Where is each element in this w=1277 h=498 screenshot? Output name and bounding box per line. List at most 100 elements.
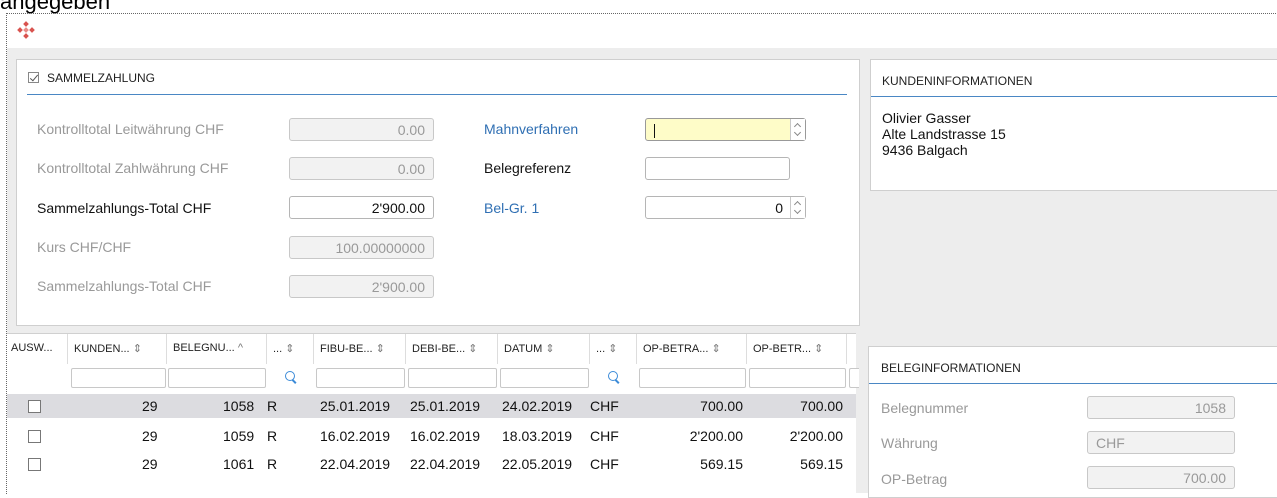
filter-waehrung-search[interactable] xyxy=(592,368,636,388)
kunde-name: Olivier Gasser xyxy=(882,110,971,126)
filter-kunden-input[interactable] xyxy=(71,368,166,388)
cell-debi: 22.04.2019 xyxy=(410,456,481,472)
op-betrag-field: 700.00 xyxy=(1087,466,1235,489)
sammelzahlung-checkbox[interactable] xyxy=(28,72,39,83)
cell-typ: R xyxy=(267,456,278,472)
filter-typ-search[interactable] xyxy=(268,368,313,388)
label-waehrung: Währung xyxy=(881,435,938,451)
col-label: ... xyxy=(596,343,606,355)
label-kontrolltotal-leitwaehrung: Kontrolltotal Leitwährung CHF xyxy=(37,121,224,137)
sammelzahlungs-total-input[interactable]: 2'900.00 xyxy=(289,196,434,219)
col-header-op-betrag-1[interactable]: OP-BETRA... ⇕ xyxy=(637,334,747,364)
col-header-waehrung[interactable]: ... ⇕ xyxy=(590,334,637,364)
sammelzahlung-panel: SAMMELZAHLUNG Kontrolltotal Leitwährung … xyxy=(16,59,860,326)
sammelzahlung-title: SAMMELZAHLUNG xyxy=(47,71,156,85)
table-row[interactable]: 29 1059 R 16.02.2019 16.02.2019 18.03.20… xyxy=(7,424,856,448)
cell-op-betrag-1: 569.15 xyxy=(700,456,743,472)
col-header-belegnummer[interactable]: BELEGNU... ^ xyxy=(167,334,267,364)
col-header-fibu[interactable]: FIBU-BE... ⇕ xyxy=(314,334,406,364)
cell-waehrung: CHF xyxy=(590,456,619,472)
filter-next-column-input[interactable] xyxy=(849,368,859,388)
cell-datum: 22.05.2019 xyxy=(502,456,573,472)
col-header-typ[interactable]: ... ⇕ xyxy=(267,334,314,364)
cell-waehrung: CHF xyxy=(590,398,619,414)
label-mahnverfahren[interactable]: Mahnverfahren xyxy=(484,121,578,137)
label-kurs: Kurs CHF/CHF xyxy=(37,239,132,255)
filter-datum-input[interactable] xyxy=(500,368,589,388)
belege-grid: AUSW... KUNDEN... ⇕ BELEGNU... ^ ... ⇕ F… xyxy=(7,333,859,494)
sammelzahlungs-total-readonly-field: 2'900.00 xyxy=(289,275,434,298)
label-op-betrag: OP-Betrag xyxy=(881,471,948,487)
cell-debi: 25.01.2019 xyxy=(410,398,481,414)
cell-datum: 18.03.2019 xyxy=(502,428,573,444)
sort-icon[interactable]: ⇕ xyxy=(133,343,142,355)
beleginformationen-title: BELEGINFORMATIONEN xyxy=(881,361,1021,375)
cut-off-heading-text: angegeben xyxy=(0,0,111,14)
col-header-ausw[interactable]: AUSW... xyxy=(7,334,68,364)
sort-icon[interactable]: ⇕ xyxy=(608,343,617,355)
cell-typ: R xyxy=(267,428,278,444)
filter-op-betrag-2-input[interactable] xyxy=(749,368,846,388)
text-cursor xyxy=(654,124,655,139)
cell-op-betrag-2: 2'200.00 xyxy=(789,428,843,444)
search-icon[interactable] xyxy=(608,371,618,381)
sort-icon[interactable]: ⇕ xyxy=(545,343,554,355)
col-label: DATUM xyxy=(504,343,543,355)
col-header-op-betrag-2[interactable]: OP-BETR... ⇕ xyxy=(747,334,847,364)
col-label: KUNDEN... xyxy=(74,343,130,355)
label-sammelzahlungs-total: Sammelzahlungs-Total CHF xyxy=(37,200,212,216)
sort-icon[interactable]: ⇕ xyxy=(285,343,294,355)
beleg-title-underline xyxy=(869,383,1277,384)
belegreferenz-input[interactable] xyxy=(645,157,790,180)
kunde-ort: 9436 Balgach xyxy=(882,142,968,158)
cell-op-betrag-2: 700.00 xyxy=(800,398,843,414)
col-header-debi[interactable]: DEBI-BE... ⇕ xyxy=(406,334,498,364)
mahnverfahren-spinner-icon[interactable] xyxy=(790,119,805,140)
cell-fibu: 16.02.2019 xyxy=(320,428,391,444)
kunde-title-underline xyxy=(871,96,1277,97)
kurs-field: 100.00000000 xyxy=(289,236,434,259)
app-logo-icon[interactable] xyxy=(17,21,35,39)
belegnummer-field: 1058 xyxy=(1087,396,1235,419)
row-select-checkbox[interactable] xyxy=(28,458,41,471)
table-row[interactable]: 29 1061 R 22.04.2019 22.04.2019 22.05.20… xyxy=(7,452,856,476)
filter-belegnummer-input[interactable] xyxy=(168,368,266,388)
sort-icon[interactable]: ⇕ xyxy=(468,343,477,355)
filter-fibu-input[interactable] xyxy=(316,368,405,388)
cell-kunde: 29 xyxy=(142,456,158,472)
toolbar xyxy=(7,14,1277,48)
sort-icon[interactable]: ⇕ xyxy=(814,343,823,355)
mahnverfahren-input[interactable] xyxy=(645,118,806,141)
col-header-kunden[interactable]: KUNDEN... ⇕ xyxy=(68,334,167,364)
cell-typ: R xyxy=(267,398,278,414)
search-icon[interactable] xyxy=(284,371,295,381)
cell-waehrung: CHF xyxy=(590,428,619,444)
bel-gr-1-input[interactable]: 0 xyxy=(645,196,806,219)
filter-op-betrag-1-input[interactable] xyxy=(639,368,746,388)
cell-op-betrag-1: 2'200.00 xyxy=(689,428,743,444)
cell-fibu: 25.01.2019 xyxy=(320,398,391,414)
cell-beleg: 1058 xyxy=(223,398,255,414)
kundeninformationen-panel: KUNDENINFORMATIONEN Olivier Gasser Alte … xyxy=(870,59,1277,191)
bel-gr-1-spinner-icon[interactable] xyxy=(790,197,805,218)
sort-asc-icon[interactable]: ^ xyxy=(238,342,243,354)
label-kontrolltotal-zahlwaehrung: Kontrolltotal Zahlwährung CHF xyxy=(37,160,229,176)
label-belegreferenz: Belegreferenz xyxy=(484,160,572,176)
table-row[interactable]: 29 1058 R 25.01.2019 25.01.2019 24.02.20… xyxy=(7,394,856,418)
cell-beleg: 1061 xyxy=(223,456,255,472)
label-bel-gr-1[interactable]: Bel-Gr. 1 xyxy=(484,200,539,216)
row-select-checkbox[interactable] xyxy=(28,430,41,443)
sort-icon[interactable]: ⇕ xyxy=(376,343,385,355)
filter-debi-input[interactable] xyxy=(408,368,497,388)
col-label: OP-BETR... xyxy=(753,343,812,355)
sort-icon[interactable]: ⇕ xyxy=(711,343,720,355)
col-header-datum[interactable]: DATUM ⇕ xyxy=(498,334,590,364)
kundeninformationen-title: KUNDENINFORMATIONEN xyxy=(882,74,1033,88)
kontrolltotal-zahlwaehrung-field: 0.00 xyxy=(289,157,434,180)
row-select-checkbox[interactable] xyxy=(28,400,41,413)
cell-op-betrag-1: 700.00 xyxy=(700,398,743,414)
col-label: FIBU-BE... xyxy=(320,343,373,355)
col-label: DEBI-BE... xyxy=(412,343,466,355)
bel-gr-1-value: 0 xyxy=(775,200,783,216)
title-underline xyxy=(27,94,847,95)
